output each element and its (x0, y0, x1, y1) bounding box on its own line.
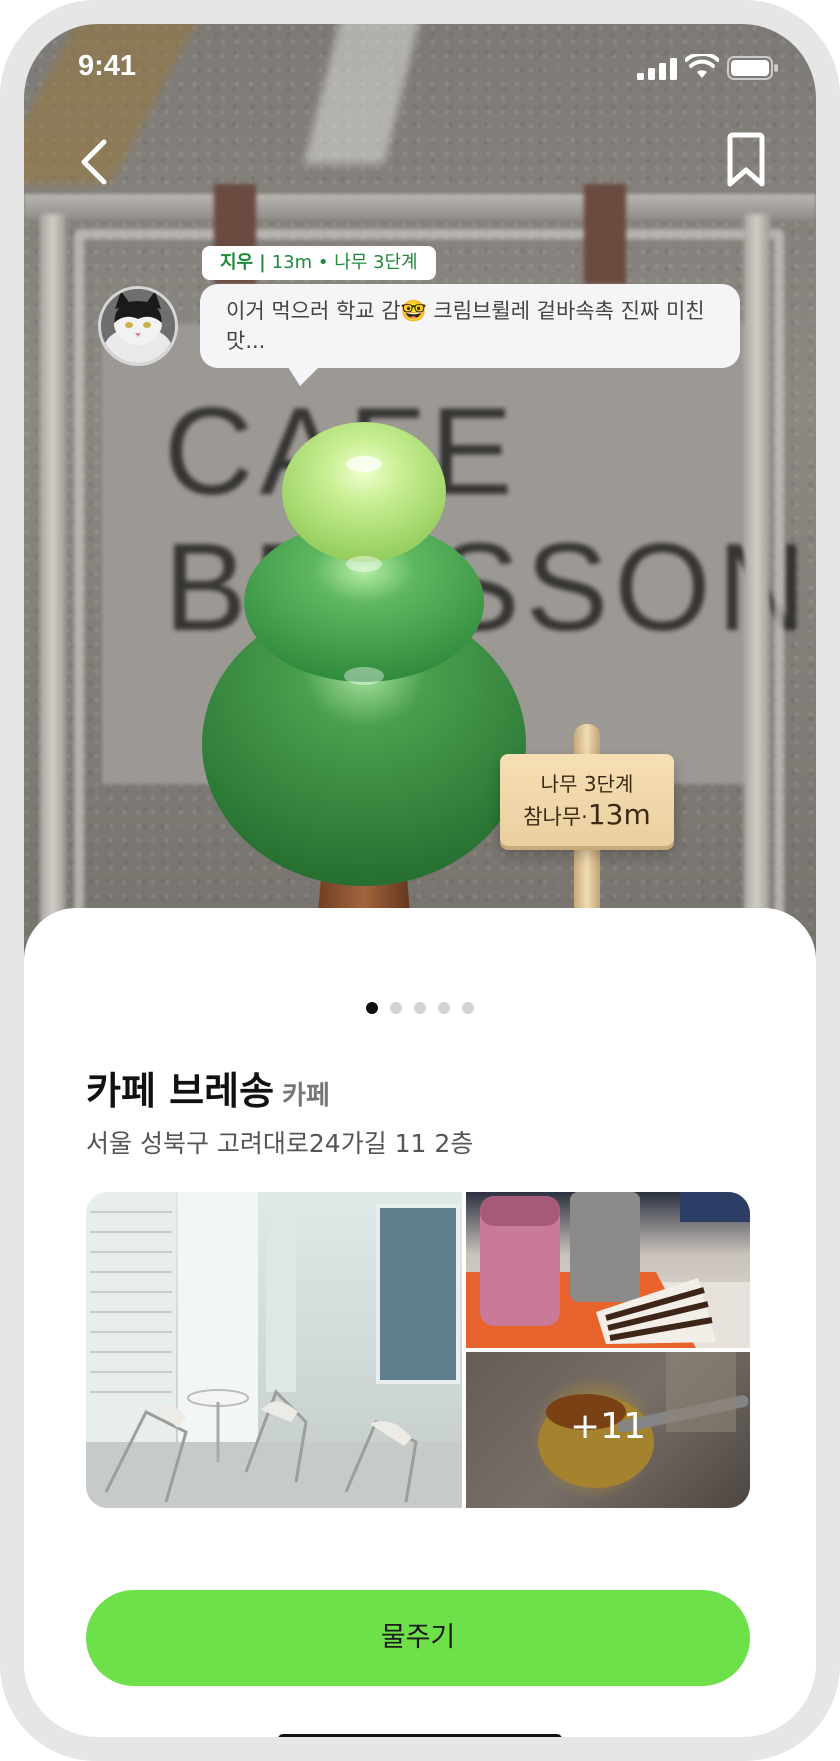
comment-meta: 13m • 나무 3단계 (271, 252, 418, 273)
place-category: 카페 (282, 1081, 330, 1111)
water-tree-button[interactable]: 물주기 (86, 1590, 750, 1686)
comment-author: 지우 (220, 252, 254, 273)
sign-rail (24, 194, 816, 220)
home-indicator[interactable] (278, 1734, 562, 1737)
pager-dot[interactable] (390, 1002, 402, 1014)
photo-more-count: +11 (570, 1406, 646, 1447)
place-name: 카페 브레송 (86, 1069, 275, 1113)
photo-drinks-cake[interactable] (466, 1192, 750, 1348)
cellular-signal-icon (637, 58, 677, 80)
comment-meta-separator: | (259, 252, 266, 273)
avatar[interactable] (98, 286, 178, 366)
battery-icon (727, 56, 778, 80)
place-address: 서울 성북구 고려대로24가길 11 2층 (86, 1129, 474, 1158)
pager-dot[interactable] (414, 1002, 426, 1014)
bookmark-icon[interactable] (724, 132, 768, 190)
place-title: 카페 브레송 카페 (86, 1060, 330, 1115)
status-bar: 9:41 (24, 24, 816, 114)
sign-clip (584, 184, 626, 284)
screen: CAFE BRESSON 9:41 (24, 24, 816, 1737)
pager-dot[interactable] (366, 1002, 378, 1014)
pager-dots (24, 1002, 816, 1016)
signpost-board: 나무 3단계 참나무·13m (500, 754, 674, 846)
signpost-species-distance: 참나무·13m (500, 798, 674, 831)
comment-bubble-tail (286, 364, 322, 386)
sign-post-right (744, 214, 770, 964)
wifi-icon (685, 54, 719, 78)
photo-gallery: +11 (86, 1192, 750, 1508)
place-sheet: 카페 브레송 카페 서울 성북구 고려대로24가길 11 2층 +11 물주기 (24, 908, 816, 1737)
sign-post-left (40, 214, 66, 964)
comment-meta-tag: 지우 | 13m • 나무 3단계 (202, 246, 436, 280)
drinks-cake-photo-image (466, 1192, 750, 1348)
comment-bubble[interactable]: 이거 먹으러 학교 감🤓 크림브륄레 겉바속촉 진짜 미친 맛... (200, 284, 740, 368)
comment-text: 이거 먹으러 학교 감🤓 크림브륄레 겉바속촉 진짜 미친 맛... (226, 299, 705, 353)
interior-photo-image (86, 1192, 462, 1508)
signpost-level: 나무 3단계 (540, 772, 634, 796)
signpost-distance: 13m (587, 798, 651, 831)
status-time: 9:41 (78, 50, 137, 82)
photo-interior[interactable] (86, 1192, 462, 1508)
pager-dot[interactable] (438, 1002, 450, 1014)
signpost-species: 참나무· (523, 805, 588, 829)
photo-more[interactable]: +11 (466, 1352, 750, 1508)
pager-dot[interactable] (462, 1002, 474, 1014)
back-icon[interactable] (74, 136, 114, 188)
cat-avatar-image (101, 289, 175, 363)
tree-3d-icon[interactable] (194, 414, 534, 974)
phone-frame: CAFE BRESSON 9:41 (0, 0, 840, 1761)
